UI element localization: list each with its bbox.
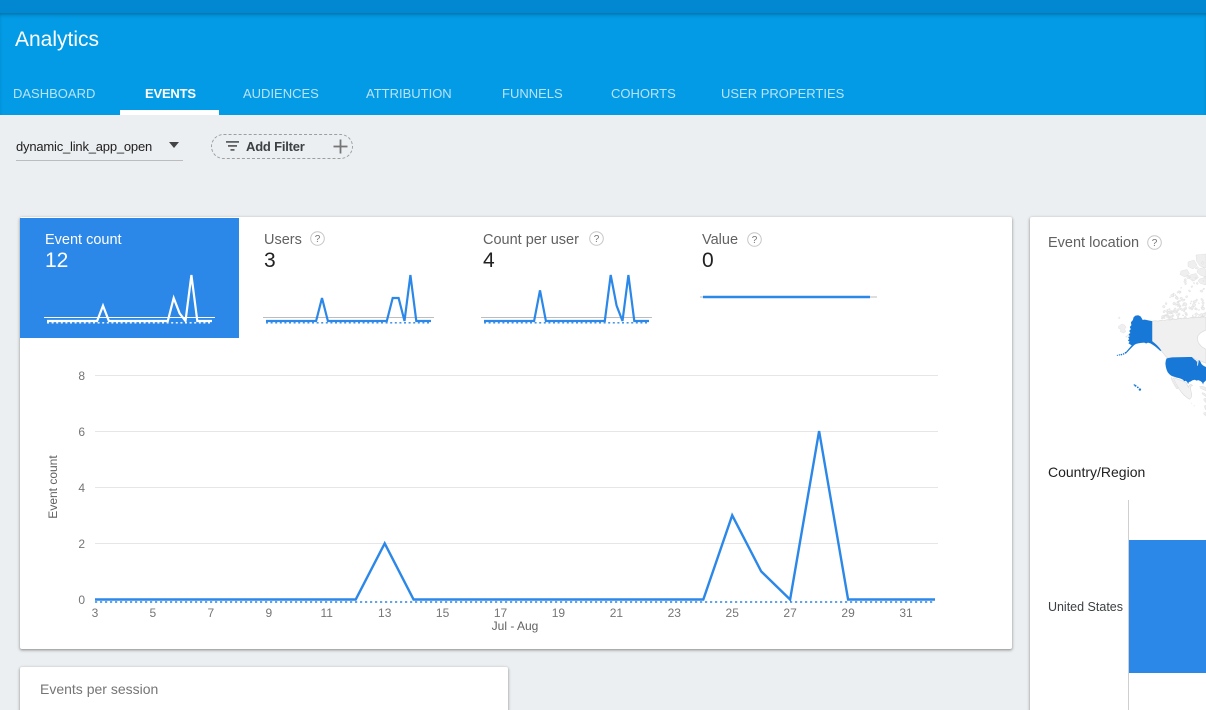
svg-text:?: ? bbox=[314, 234, 320, 245]
svg-text:Event count: Event count bbox=[46, 455, 60, 519]
svg-text:13: 13 bbox=[378, 606, 392, 620]
svg-text:27: 27 bbox=[783, 606, 797, 620]
svg-text:17: 17 bbox=[494, 606, 508, 620]
svg-text:?: ? bbox=[751, 235, 757, 246]
svg-text:11: 11 bbox=[320, 606, 333, 620]
svg-text:2: 2 bbox=[78, 537, 85, 551]
svg-text:19: 19 bbox=[552, 606, 566, 620]
svg-text:?: ? bbox=[1152, 238, 1158, 249]
svg-text:8: 8 bbox=[78, 369, 85, 383]
svg-text:21: 21 bbox=[610, 606, 624, 620]
svg-text:6: 6 bbox=[78, 425, 85, 439]
svg-text:31: 31 bbox=[899, 606, 913, 620]
svg-text:15: 15 bbox=[436, 606, 450, 620]
svg-text:23: 23 bbox=[668, 606, 682, 620]
svg-text:4: 4 bbox=[78, 481, 85, 495]
svg-text:Jul - Aug: Jul - Aug bbox=[492, 619, 539, 633]
svg-text:3: 3 bbox=[92, 606, 99, 620]
svg-text:5: 5 bbox=[150, 606, 157, 620]
svg-text:29: 29 bbox=[841, 606, 855, 620]
svg-text:9: 9 bbox=[265, 606, 272, 620]
svg-text:7: 7 bbox=[208, 606, 215, 620]
svg-text:?: ? bbox=[594, 234, 600, 245]
svg-text:25: 25 bbox=[726, 606, 740, 620]
svg-text:0: 0 bbox=[78, 593, 85, 607]
